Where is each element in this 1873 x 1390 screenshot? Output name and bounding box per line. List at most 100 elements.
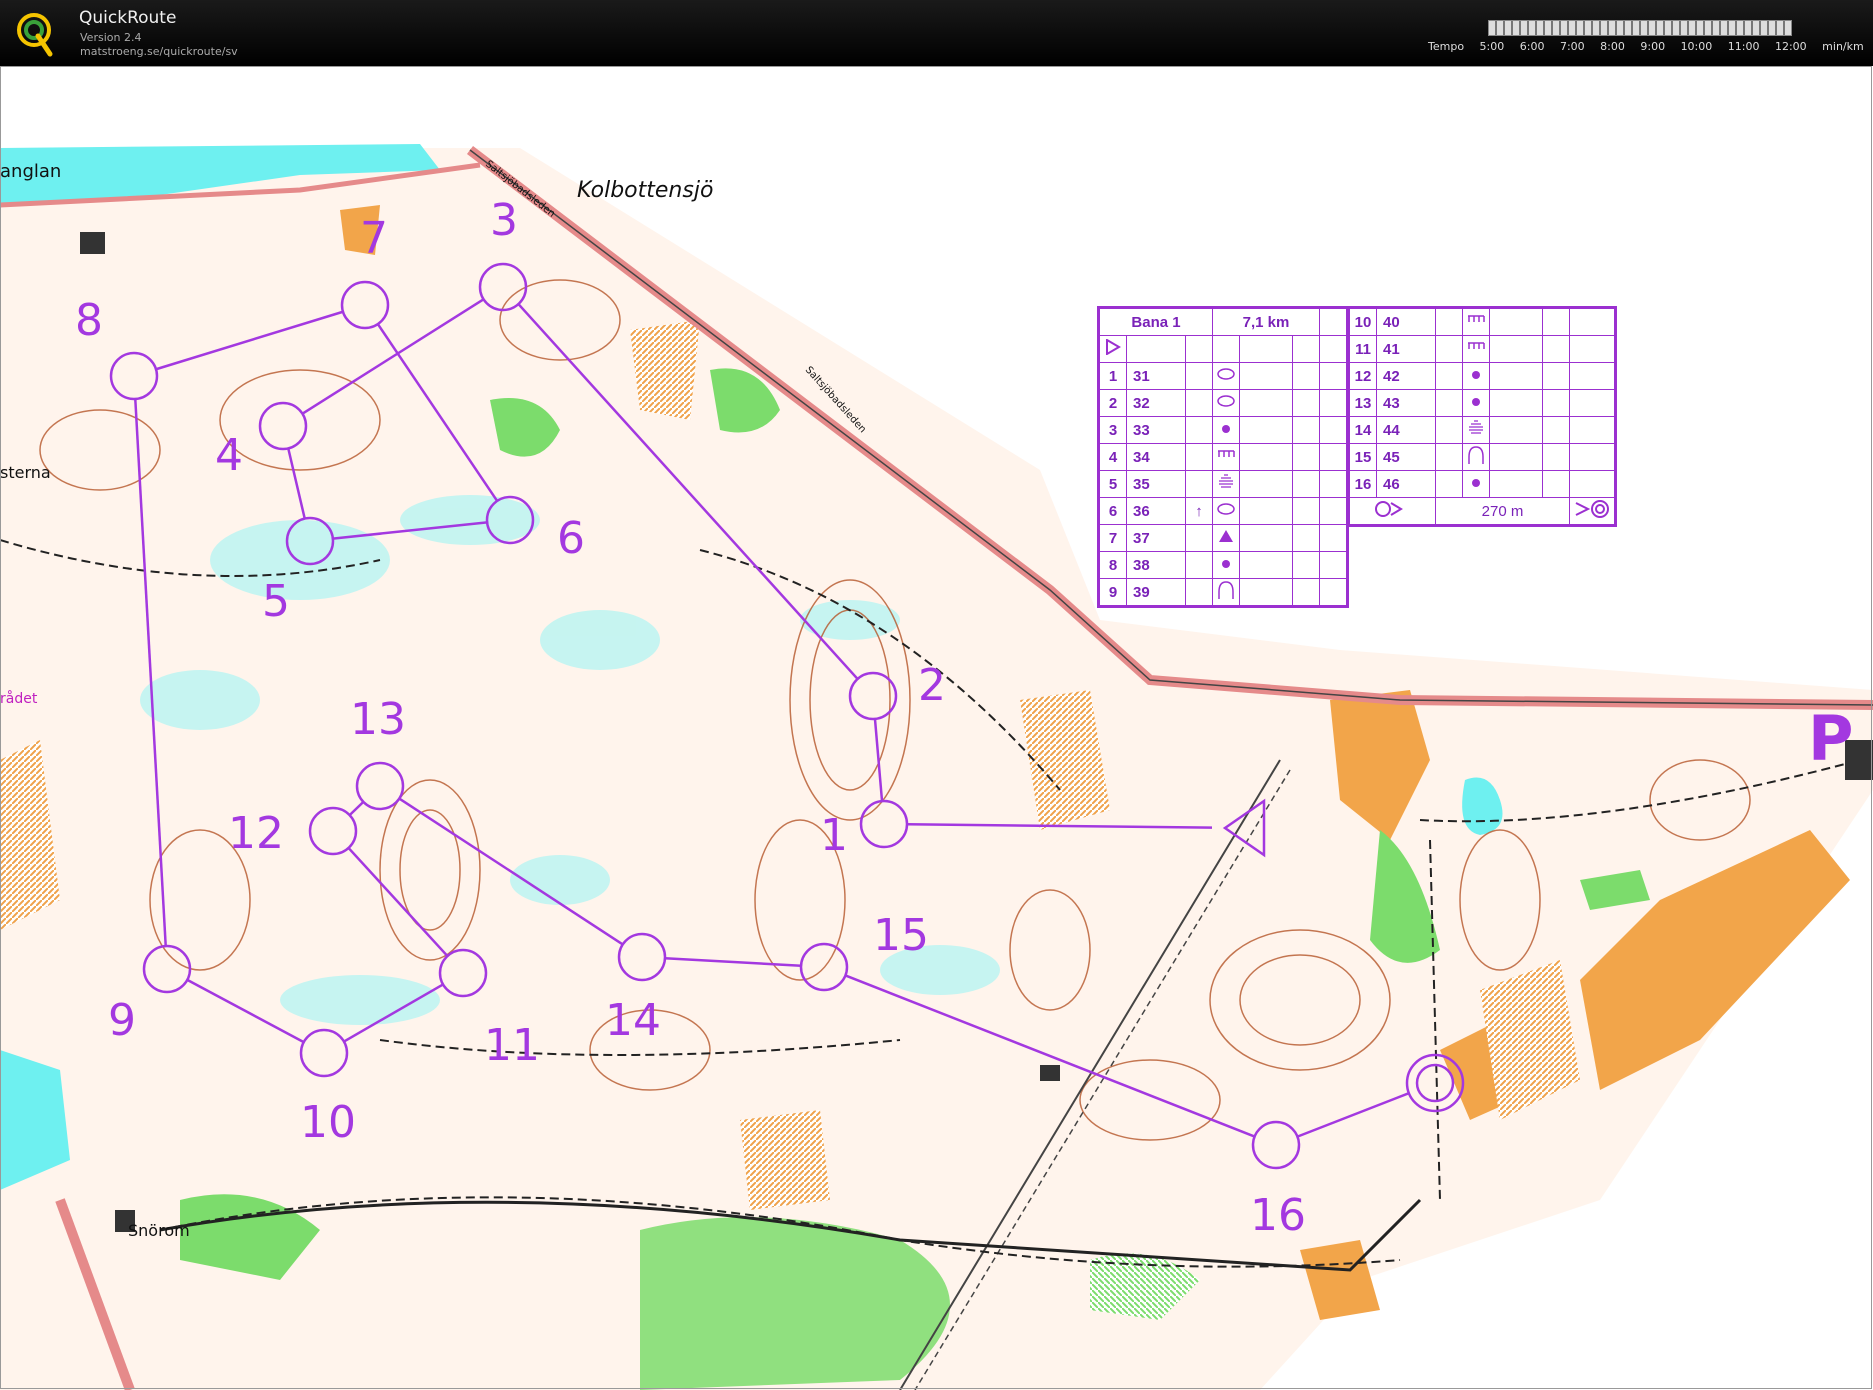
control-number: 9: [1099, 578, 1127, 606]
control-number: 7: [1099, 524, 1127, 552]
control-code: 42: [1376, 362, 1436, 390]
control-number: 4: [1099, 443, 1127, 471]
control-number-label: 4: [215, 430, 243, 481]
oval-icon: [1212, 389, 1240, 417]
direction-arrow-icon: ↑: [1195, 502, 1203, 520]
app-version: Version 2.4: [80, 31, 142, 44]
control-code: 43: [1376, 389, 1436, 417]
vegetation: [640, 1217, 950, 1390]
control-row: 11 41: [1349, 335, 1615, 363]
tempo-tick: 8:00: [1600, 40, 1625, 53]
comb-icon: [1462, 335, 1490, 363]
control-descriptions-left: Bana 1 7,1 km 1 31 2 32 3 33 4 34 5 35 6 36 ↑ 7 37 8 38 9…: [1097, 306, 1349, 608]
lines-icon: [1462, 416, 1490, 444]
control-code: 44: [1376, 416, 1436, 444]
control-code: 37: [1126, 524, 1186, 552]
control-code: 36: [1126, 497, 1186, 525]
control-number: 8: [1099, 551, 1127, 579]
oval-icon: [1212, 497, 1240, 525]
control-number-label: 6: [557, 513, 585, 564]
app-title: QuickRoute: [79, 8, 177, 28]
control-code: 31: [1126, 362, 1186, 390]
place-name: anglan: [0, 161, 61, 182]
control-number-label: 11: [484, 1020, 540, 1071]
control-number: 12: [1349, 362, 1377, 390]
control-row: 7 37: [1099, 524, 1347, 552]
tempo-tick: 11:00: [1727, 40, 1760, 53]
app-url: matstroeng.se/quickroute/sv: [80, 45, 238, 58]
tempo-scale: Tempo 5:00 6:00 7:00 8:00 9:00 10:00 11:…: [1428, 40, 1873, 53]
tempo-label: Tempo: [1428, 40, 1465, 53]
orienteering-map[interactable]: anglan Kolbottensjö sterna rådet Snörom …: [0, 66, 1873, 1390]
start-triangle-icon: [1106, 338, 1121, 356]
control-code: 38: [1126, 551, 1186, 579]
control-number-label: 2: [918, 660, 946, 711]
finish-icon: [1575, 500, 1609, 518]
control-code: 34: [1126, 443, 1186, 471]
tempo-color-bar: [1488, 20, 1792, 36]
control-number-label: 10: [300, 1097, 356, 1148]
control-number: 15: [1349, 443, 1377, 471]
place-name: rådet: [0, 690, 38, 707]
control-row: 9 39: [1099, 578, 1347, 606]
tempo-tick: 5:00: [1479, 40, 1505, 53]
control-code: 40: [1376, 308, 1436, 336]
control-number-label: 16: [1250, 1190, 1306, 1241]
control-number: 6: [1099, 497, 1127, 525]
control-row: 5 35: [1099, 470, 1347, 498]
tempo-unit: min/km: [1822, 40, 1864, 53]
control-row: 1 31: [1099, 362, 1347, 390]
control-number: 1: [1099, 362, 1127, 390]
course-length: 7,1 km: [1212, 308, 1320, 336]
control-code: 33: [1126, 416, 1186, 444]
control-number-label: 1: [820, 810, 848, 861]
control-code: 46: [1376, 470, 1436, 498]
quickroute-logo-icon: [17, 13, 53, 57]
dot-icon: [1212, 416, 1240, 444]
control-code: 35: [1126, 470, 1186, 498]
control-row: 10 40: [1349, 308, 1615, 336]
control-row: 8 38: [1099, 551, 1347, 579]
dot-icon: [1462, 362, 1490, 390]
comb-icon: [1462, 308, 1490, 336]
control-number: 5: [1099, 470, 1127, 498]
dot-icon: [1462, 389, 1490, 417]
rough-open: [630, 320, 700, 420]
spur-icon: [1212, 578, 1240, 606]
tempo-tick: 10:00: [1680, 40, 1713, 53]
control-number: 2: [1099, 389, 1127, 417]
control-number: 13: [1349, 389, 1377, 417]
control-descriptions-right: 10 40 11 41 12 42 13 43 14 44 15 45 16 46 270 m: [1347, 306, 1617, 527]
control-code: 41: [1376, 335, 1436, 363]
place-name: Kolbottensjö: [577, 178, 713, 203]
control-number-label: 13: [350, 694, 406, 745]
title-bar: QuickRoute Version 2.4 matstroeng.se/qui…: [0, 0, 1873, 66]
control-number-label: 8: [75, 295, 103, 346]
control-number: 11: [1349, 335, 1377, 363]
triangle-icon: [1212, 524, 1240, 552]
tempo-tick: 12:00: [1774, 40, 1807, 53]
course-name: Bana 1: [1099, 308, 1213, 336]
control-row: 4 34: [1099, 443, 1347, 471]
control-number: 10: [1349, 308, 1377, 336]
control-row: 15 45: [1349, 443, 1615, 471]
tempo-tick: 7:00: [1559, 40, 1585, 53]
control-number-label: 15: [873, 910, 929, 961]
tempo-tick: 9:00: [1640, 40, 1666, 53]
place-name: Snörom: [128, 1221, 190, 1240]
oval-icon: [1212, 362, 1240, 390]
control-number: 16: [1349, 470, 1377, 498]
control-row: 12 42: [1349, 362, 1615, 390]
spur-icon: [1462, 443, 1490, 471]
control-number-label: 5: [262, 576, 290, 627]
control-number-label: 9: [108, 995, 136, 1046]
control-number-label: 7: [360, 213, 388, 264]
finish-distance: 270 m: [1435, 497, 1570, 525]
control-number: 3: [1099, 416, 1127, 444]
control-row: 3 33: [1099, 416, 1347, 444]
control-row: 6 36 ↑: [1099, 497, 1347, 525]
tempo-tick: 6:00: [1519, 40, 1545, 53]
control-row: 14 44: [1349, 416, 1615, 444]
control-row: 13 43: [1349, 389, 1615, 417]
control-row: 16 46: [1349, 470, 1615, 498]
